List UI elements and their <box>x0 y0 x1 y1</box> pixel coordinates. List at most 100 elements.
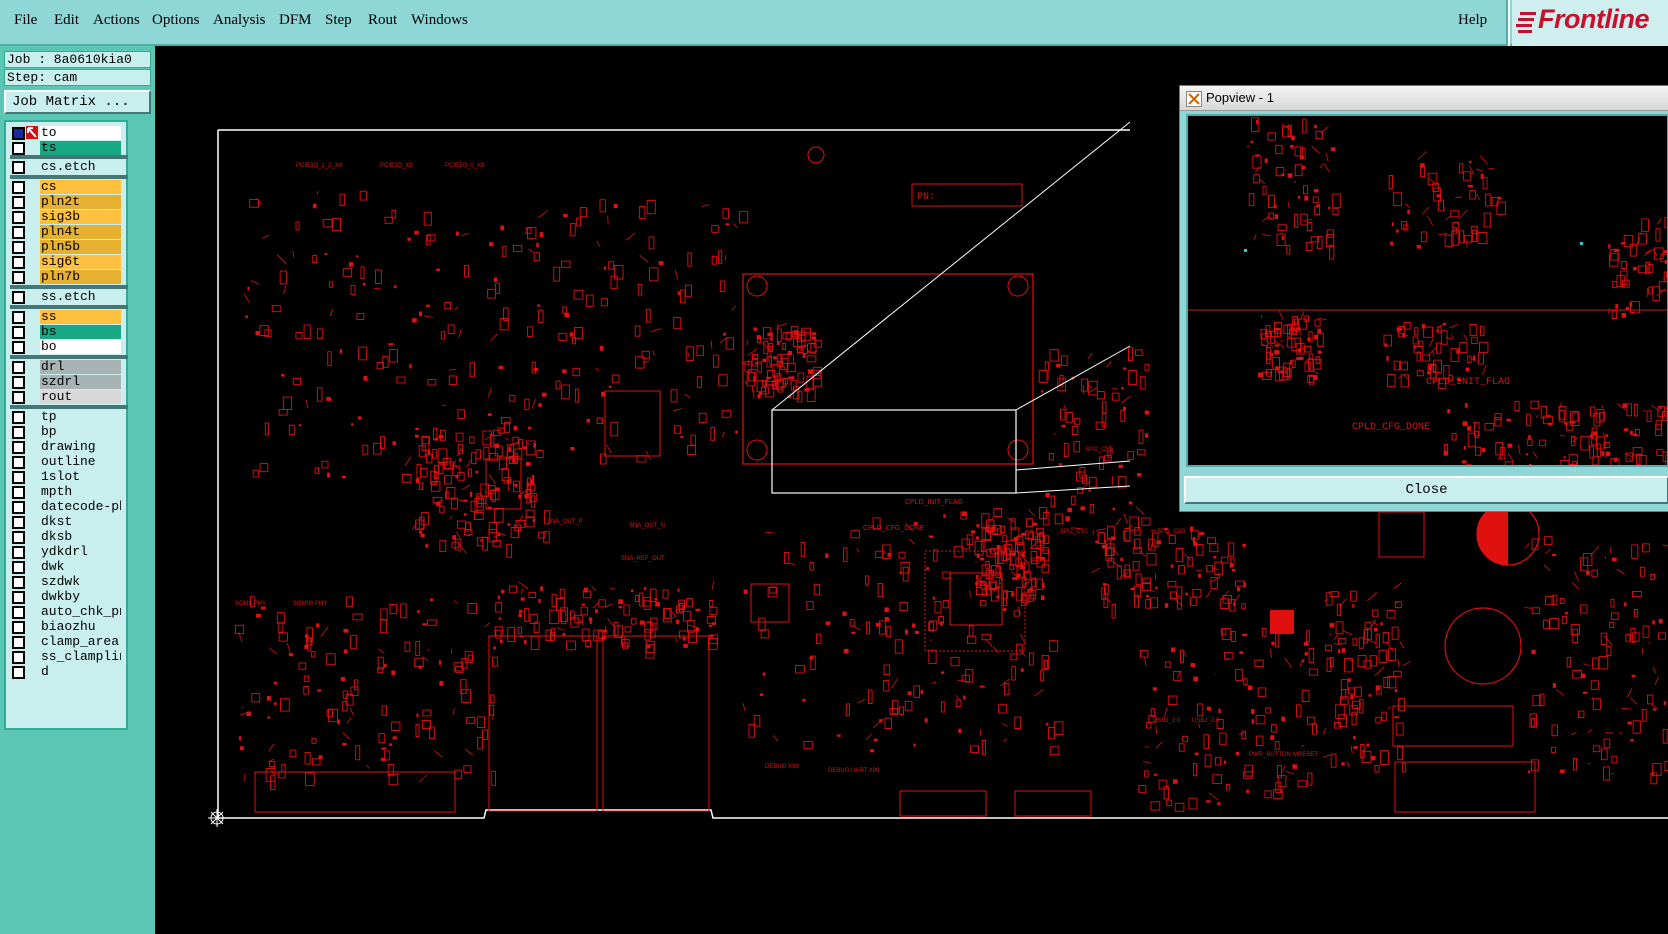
layer-checkbox[interactable] <box>12 561 25 574</box>
footprint-element <box>658 261 664 266</box>
layer-name[interactable]: ss <box>40 310 121 324</box>
close-button[interactable]: Close <box>1184 476 1668 504</box>
footprint-element <box>1402 660 1411 667</box>
layer-checkbox[interactable] <box>12 471 25 484</box>
layer-name[interactable]: dksb <box>40 530 121 544</box>
layer-name[interactable]: dwk <box>40 560 121 574</box>
layer-name[interactable]: sig3b <box>40 210 121 224</box>
layer-name[interactable]: bp <box>40 425 121 439</box>
footprint-element <box>1663 701 1667 705</box>
layer-name[interactable]: to <box>40 126 121 140</box>
layer-name[interactable]: dkst <box>40 515 121 529</box>
layer-name[interactable]: pln7b <box>40 270 121 284</box>
layer-checkbox[interactable] <box>12 516 25 529</box>
layer-checkbox[interactable] <box>12 341 25 354</box>
layer-name[interactable]: tp <box>40 410 121 424</box>
layer-checkbox[interactable] <box>12 411 25 424</box>
layer-checkbox[interactable] <box>12 591 25 604</box>
footprint-element <box>762 672 766 676</box>
layer-name[interactable]: cs.etch <box>40 160 121 174</box>
layer-name[interactable]: clamp_area <box>40 635 121 649</box>
layer-checkbox[interactable] <box>12 441 25 454</box>
layer-checkbox[interactable] <box>12 376 25 389</box>
layer-checkbox[interactable] <box>12 531 25 544</box>
layer-name[interactable]: cs <box>40 180 121 194</box>
menu-file[interactable]: File <box>14 12 37 29</box>
layer-checkbox[interactable] <box>12 226 25 239</box>
layer-name[interactable]: ydkdrl <box>40 545 121 559</box>
footprint-element <box>1631 632 1640 642</box>
layer-name[interactable]: datecode-pbo <box>40 500 121 514</box>
footprint-element <box>493 535 497 538</box>
layer-checkbox[interactable] <box>12 391 25 404</box>
menu-help[interactable]: Help <box>1458 12 1487 29</box>
layer-checkbox[interactable] <box>12 606 25 619</box>
menu-dfm[interactable]: DFM <box>279 12 312 29</box>
layer-name[interactable]: drawing <box>40 440 121 454</box>
layer-name[interactable]: szdwk <box>40 575 121 589</box>
layer-name[interactable]: ss.etch <box>40 290 121 304</box>
layer-name[interactable]: 1slot <box>40 470 121 484</box>
footprint-element <box>1146 594 1149 598</box>
popview-canvas[interactable]: CPLD_INIT_FLAG CPLD_CFG_DONE <box>1186 114 1668 467</box>
layer-name[interactable]: d <box>40 665 121 679</box>
board-label: DEBUG X99 <box>765 764 799 770</box>
layer-checkbox[interactable] <box>12 576 25 589</box>
menu-step[interactable]: Step <box>325 12 352 29</box>
layer-name[interactable]: ts <box>40 141 121 155</box>
layer-checkbox[interactable] <box>12 456 25 469</box>
layer-checkbox[interactable] <box>12 127 25 140</box>
layer-name[interactable]: pln5b <box>40 240 121 254</box>
footprint-element <box>1089 503 1095 514</box>
layer-name[interactable]: pln2t <box>40 195 121 209</box>
footprint-element <box>474 511 484 521</box>
job-matrix-button[interactable]: Job Matrix ... <box>4 90 151 114</box>
footprint-element <box>796 391 803 403</box>
layer-checkbox[interactable] <box>12 501 25 514</box>
layer-checkbox[interactable] <box>12 211 25 224</box>
layer-checkbox[interactable] <box>12 161 25 174</box>
menu-edit[interactable]: Edit <box>54 12 79 29</box>
menu-actions[interactable]: Actions <box>93 12 140 29</box>
layer-checkbox[interactable] <box>12 621 25 634</box>
layer-checkbox[interactable] <box>12 181 25 194</box>
layer-checkbox[interactable] <box>12 651 25 664</box>
layer-checkbox[interactable] <box>12 291 25 304</box>
layer-checkbox[interactable] <box>12 426 25 439</box>
menu-rout[interactable]: Rout <box>368 12 397 29</box>
footprint-element <box>1297 780 1308 788</box>
layer-checkbox[interactable] <box>12 311 25 324</box>
layer-name[interactable]: biaozhu <box>40 620 121 634</box>
layer-name[interactable]: rout <box>40 390 121 404</box>
layer-checkbox[interactable] <box>12 196 25 209</box>
menu-windows[interactable]: Windows <box>411 12 468 29</box>
layer-name[interactable]: ss_clampline <box>40 650 121 664</box>
footprint-element <box>1656 288 1666 297</box>
layer-checkbox[interactable] <box>12 666 25 679</box>
menu-options[interactable]: Options <box>152 12 200 29</box>
layer-checkbox[interactable] <box>12 546 25 559</box>
popview-titlebar[interactable]: Popview - 1 <box>1180 86 1668 111</box>
layer-checkbox[interactable] <box>12 241 25 254</box>
layer-checkbox[interactable] <box>12 486 25 499</box>
menu-analysis[interactable]: Analysis <box>213 12 266 29</box>
layer-name[interactable]: dwkby <box>40 590 121 604</box>
layer-checkbox[interactable] <box>12 636 25 649</box>
footprint-element <box>475 470 479 474</box>
layer-name[interactable]: szdrl <box>40 375 121 389</box>
layer-name[interactable]: pln4t <box>40 225 121 239</box>
layer-name[interactable]: bs <box>40 325 121 339</box>
layer-name[interactable]: bo <box>40 340 121 354</box>
layer-checkbox[interactable] <box>12 271 25 284</box>
layer-name[interactable]: drl <box>40 360 121 374</box>
layer-checkbox[interactable] <box>12 256 25 269</box>
layer-checkbox[interactable] <box>12 326 25 339</box>
layer-checkbox[interactable] <box>12 361 25 374</box>
layer-checkbox[interactable] <box>12 142 25 155</box>
footprint-element <box>630 618 637 625</box>
footprint-element <box>1459 230 1465 244</box>
layer-name[interactable]: outline <box>40 455 121 469</box>
layer-name[interactable]: auto_chk_pnl <box>40 605 121 619</box>
layer-name[interactable]: mpth <box>40 485 121 499</box>
layer-name[interactable]: sig6t <box>40 255 121 269</box>
